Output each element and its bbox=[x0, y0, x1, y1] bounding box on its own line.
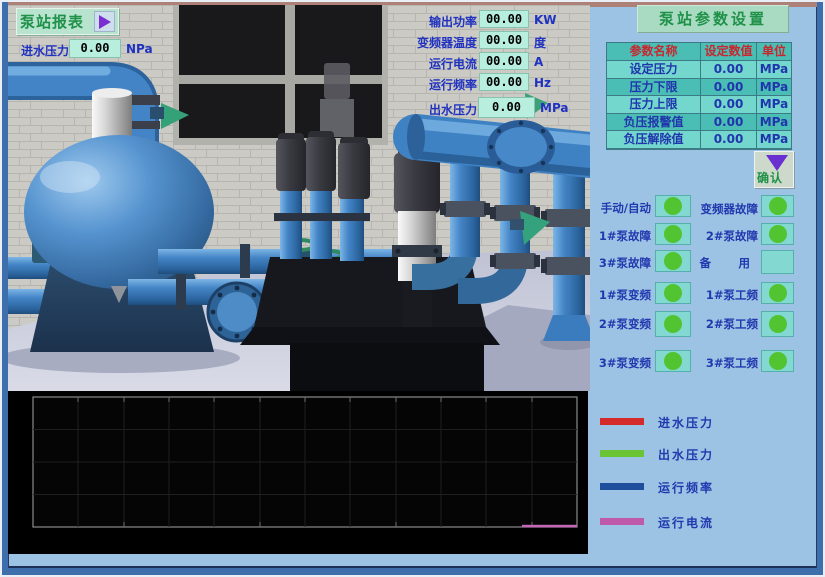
status-label-pump1-vfd: 1#泵变频 bbox=[591, 287, 651, 303]
table-row: 压力下限 0.00 MPa bbox=[607, 79, 791, 97]
lamp-dot bbox=[769, 352, 787, 370]
report-play-button[interactable] bbox=[94, 11, 115, 32]
param-unit: MPa bbox=[757, 131, 791, 149]
table-row: 设定压力 0.00 MPa bbox=[607, 61, 791, 79]
col-param-name: 参数名称 bbox=[607, 43, 701, 61]
window-reflection bbox=[324, 63, 350, 99]
header-flange bbox=[487, 120, 555, 174]
param-value[interactable]: 0.00 bbox=[701, 131, 757, 149]
run-freq-value: 00.00 bbox=[479, 73, 529, 91]
outlet-pressure-value: 0.00 bbox=[478, 97, 535, 118]
inlet-pressure-unit: NPa bbox=[126, 42, 153, 56]
legend-label-freq: 运行频率 bbox=[658, 479, 714, 496]
report-button[interactable]: 泵站报表 bbox=[16, 8, 119, 35]
param-value[interactable]: 0.00 bbox=[701, 79, 757, 97]
status-label-auto-manual: 手动/自动 bbox=[591, 200, 651, 216]
output-power-label: 输出功率 bbox=[405, 13, 477, 30]
col-unit: 单位 bbox=[757, 43, 791, 61]
lamp-dot bbox=[664, 225, 682, 243]
run-freq-label: 运行频率 bbox=[405, 76, 477, 93]
lamp-dot bbox=[664, 352, 682, 370]
param-unit: MPa bbox=[757, 79, 791, 97]
col-set-value: 设定数值 bbox=[701, 43, 757, 61]
lamp-dot bbox=[769, 284, 787, 302]
current-trace bbox=[522, 525, 577, 528]
legend-label-current: 运行电流 bbox=[658, 514, 714, 531]
settings-table: 参数名称 设定数值 单位 设定压力 0.00 MPa 压力下限 0.00 MPa… bbox=[606, 42, 792, 150]
lamp-dot bbox=[769, 315, 787, 333]
status-label-pump1-fault: 1#泵故障 bbox=[591, 228, 651, 244]
confirm-button[interactable]: 确认 bbox=[754, 151, 794, 188]
status-label-pump3-mains: 3#泵工频 bbox=[686, 355, 758, 371]
table-row: 负压解除值 0.00 MPa bbox=[607, 131, 791, 149]
status-lamp-pump1-mains bbox=[761, 282, 794, 304]
param-name: 压力下限 bbox=[607, 79, 701, 97]
status-lamp-pump2-mains bbox=[761, 311, 794, 337]
run-current-label: 运行电流 bbox=[405, 55, 477, 72]
pump-motors bbox=[274, 131, 370, 261]
param-name: 设定压力 bbox=[607, 61, 701, 79]
settings-panel-title: 泵站参数设置 bbox=[637, 5, 789, 33]
inlet-pressure-label: 进水压力 bbox=[15, 42, 69, 59]
param-value[interactable]: 0.00 bbox=[701, 61, 757, 79]
status-label-pump2-fault: 2#泵故障 bbox=[686, 228, 758, 244]
legend-label-inlet: 进水压力 bbox=[658, 414, 714, 431]
outlet-pressure-label: 出水压力 bbox=[405, 101, 477, 118]
status-label-vfd-fault: 变频器故障 bbox=[686, 201, 758, 217]
status-label-pump2-mains: 2#泵工频 bbox=[686, 316, 758, 332]
status-lamp-pump3-mains bbox=[761, 350, 794, 372]
lamp-dot bbox=[664, 315, 682, 333]
trend-chart-svg bbox=[8, 391, 588, 554]
table-row: 负压报警值 0.00 MPa bbox=[607, 114, 791, 132]
status-lamp-vfd-fault bbox=[761, 195, 794, 217]
screen-frame: 泵站报表 进水压力 0.00 NPa 输出功率 00.00 KW 变频器温度 0… bbox=[2, 2, 823, 575]
lamp-dot bbox=[664, 197, 682, 215]
lamp-dot bbox=[769, 197, 787, 215]
inlet-pressure-value: 0.00 bbox=[69, 39, 121, 58]
hmi-screen: 泵站报表 进水压力 0.00 NPa 输出功率 00.00 KW 变频器温度 0… bbox=[0, 0, 825, 577]
lamp-dot bbox=[664, 252, 682, 270]
output-power-unit: KW bbox=[534, 13, 557, 27]
status-label-spare: 备 用 bbox=[686, 255, 758, 271]
param-value[interactable]: 0.00 bbox=[701, 114, 757, 132]
table-row: 压力上限 0.00 MPa bbox=[607, 96, 791, 114]
settings-table-header: 参数名称 设定数值 单位 bbox=[607, 43, 791, 61]
status-lamp-pump2-fault bbox=[761, 223, 794, 245]
run-freq-unit: Hz bbox=[534, 76, 551, 90]
status-label-pump3-vfd: 3#泵变频 bbox=[591, 355, 651, 371]
vfd-temp-value: 00.00 bbox=[479, 31, 529, 49]
confirm-label: 确认 bbox=[757, 169, 783, 186]
output-power-value: 00.00 bbox=[479, 10, 529, 28]
lamp-dot bbox=[664, 284, 682, 302]
legend-swatch-freq bbox=[600, 483, 644, 490]
param-name: 负压报警值 bbox=[607, 114, 701, 132]
lamp-dot bbox=[769, 225, 787, 243]
param-unit: MPa bbox=[757, 114, 791, 132]
outlet-pressure-unit: MPa bbox=[540, 101, 569, 115]
status-label-pump2-vfd: 2#泵变频 bbox=[591, 316, 651, 332]
legend-swatch-current bbox=[600, 518, 644, 525]
vfd-temp-label: 变频器温度 bbox=[405, 34, 477, 51]
param-unit: MPa bbox=[757, 96, 791, 114]
legend-swatch-outlet bbox=[600, 450, 644, 457]
run-current-unit: A bbox=[534, 55, 543, 69]
run-current-value: 00.00 bbox=[479, 52, 529, 70]
window bbox=[173, 5, 388, 145]
screen-content: 泵站报表 进水压力 0.00 NPa 输出功率 00.00 KW 变频器温度 0… bbox=[8, 2, 817, 568]
legend-swatch-inlet bbox=[600, 418, 644, 425]
play-icon bbox=[99, 15, 111, 29]
report-button-label: 泵站报表 bbox=[20, 11, 84, 32]
vfd-temp-unit: 度 bbox=[534, 34, 546, 51]
param-unit: MPa bbox=[757, 61, 791, 79]
trend-chart bbox=[8, 391, 588, 554]
param-name: 负压解除值 bbox=[607, 131, 701, 149]
param-name: 压力上限 bbox=[607, 96, 701, 114]
param-value[interactable]: 0.00 bbox=[701, 96, 757, 114]
status-label-pump3-fault: 3#泵故障 bbox=[591, 255, 651, 271]
legend-label-outlet: 出水压力 bbox=[658, 446, 714, 463]
status-lamp-spare bbox=[761, 250, 794, 274]
status-label-pump1-mains: 1#泵工频 bbox=[686, 287, 758, 303]
